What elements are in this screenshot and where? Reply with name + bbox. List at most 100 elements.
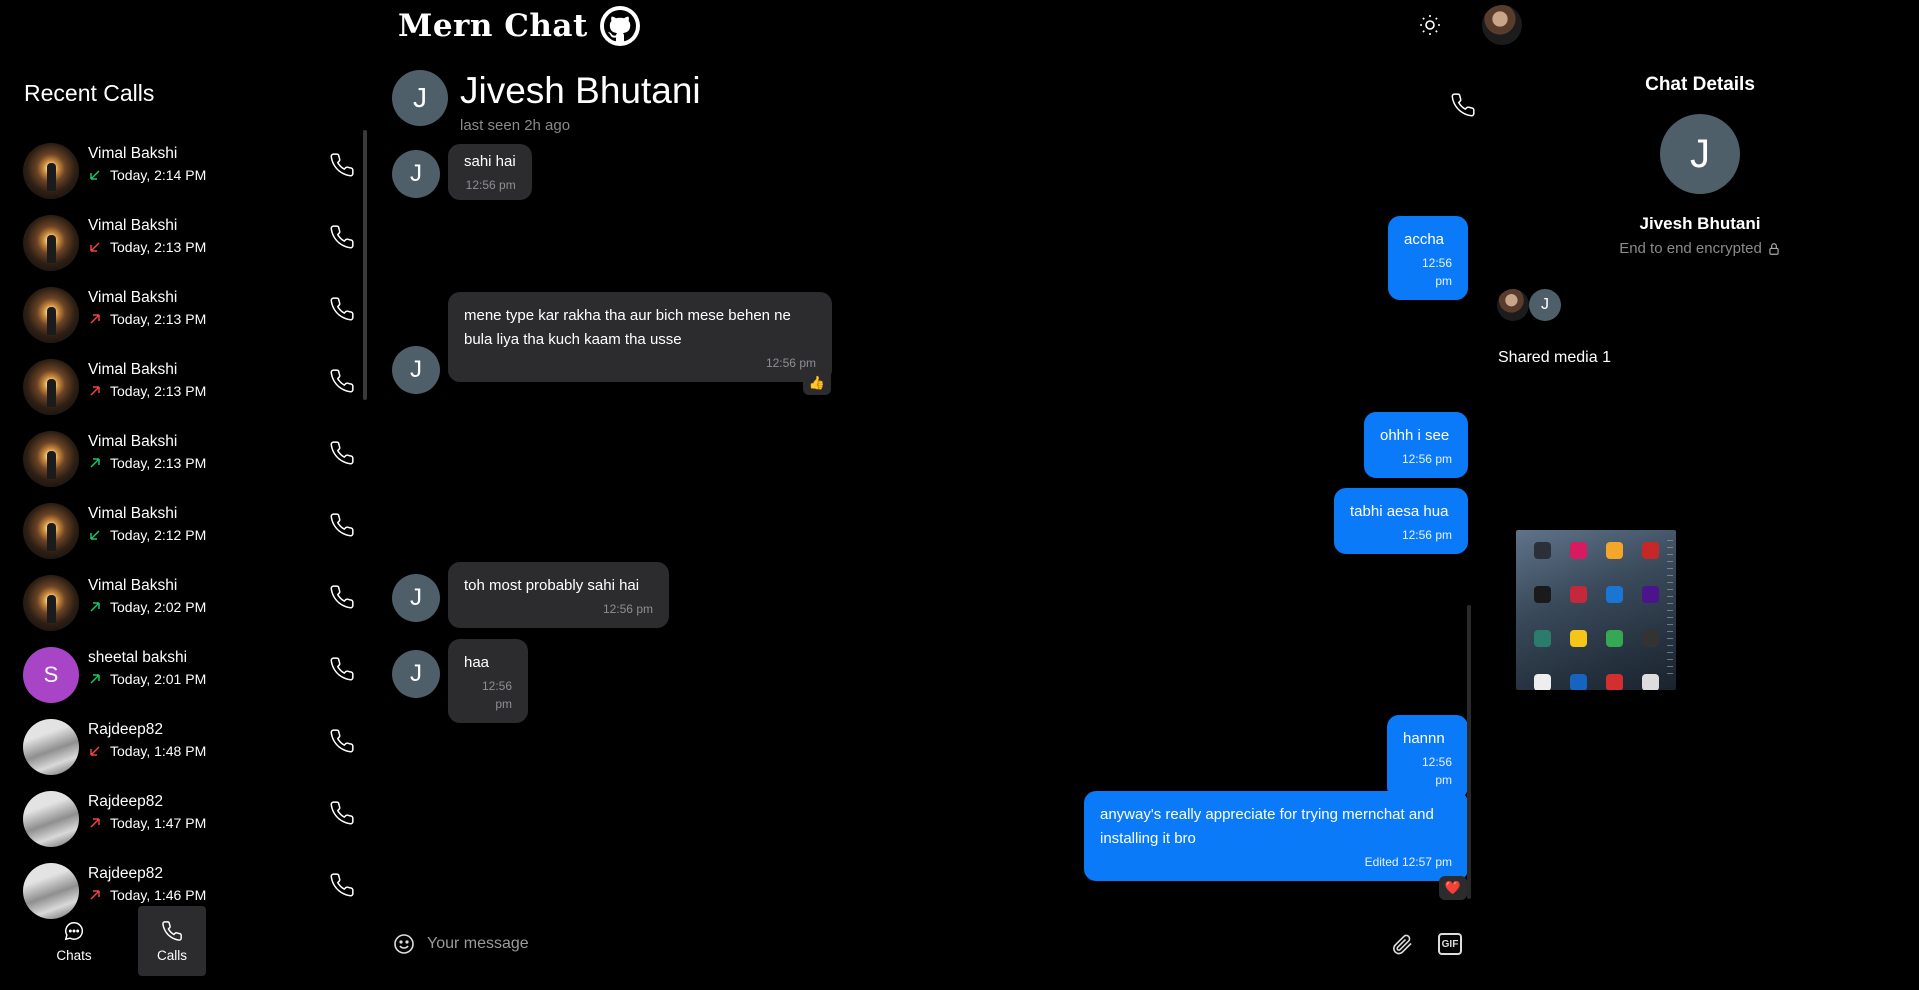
call-meta: Today, 2:13 PM [88,239,206,255]
outgoing-call-icon [90,314,100,324]
message-bubble[interactable]: tabhi aesa hua 12:56 pm [1334,488,1468,554]
call-list-item[interactable]: Vimal Bakshi Today, 2:13 PM [0,346,360,418]
app-icon [1534,586,1551,603]
caller-name: sheetal bakshi [88,649,188,666]
call-meta: Today, 2:13 PM [88,311,206,327]
call-button[interactable] [1450,92,1476,118]
user-avatar[interactable] [1482,5,1522,45]
contact-name: Jivesh Bhutani [460,70,701,111]
chat-bubble-icon [64,921,84,940]
call-list-item[interactable]: Vimal Bakshi Today, 2:13 PM [0,274,360,346]
caller-avatar [23,431,79,487]
calls-scrollbar[interactable] [363,130,367,400]
message-time: 12:56 pm [1401,452,1452,466]
paperclip-icon[interactable] [1390,932,1414,956]
message-bubble[interactable]: haa 12:56 pm [448,639,528,723]
message-bubble[interactable]: hannn 12:56 pm [1387,715,1468,799]
call-back-icon[interactable] [329,224,355,250]
details-title: Chat Details [1645,74,1755,95]
caller-name: Vimal Bakshi [88,289,178,306]
call-back-icon[interactable] [329,440,355,466]
caller-avatar: S [23,647,79,703]
call-meta: Today, 1:47 PM [88,815,206,831]
reaction-heart[interactable]: ❤️ [1439,876,1467,900]
calls-list[interactable]: Vimal Bakshi Today, 2:14 PM Vimal Bakshi To… [0,130,360,955]
message-text: tabhi aesa hua [1350,503,1449,520]
gif-button[interactable]: GIF [1438,933,1462,955]
app-icon [1606,586,1623,603]
message-bubble[interactable]: ohhh i see 12:56 pm [1364,412,1468,478]
recent-calls-panel: Recent Calls Vimal Bakshi Today, 2:14 PM V… [0,60,370,990]
call-list-item[interactable]: Rajdeep82 Today, 1:48 PM [0,706,360,778]
github-icon[interactable] [599,6,640,46]
call-back-icon[interactable] [329,512,355,538]
call-time: Today, 2:13 PM [110,239,207,255]
call-list-item[interactable]: Vimal Bakshi Today, 2:13 PM [0,418,360,490]
member-avatar[interactable]: J [1529,289,1561,321]
message-bubble[interactable]: mene type kar rakha tha aur bich mese be… [448,292,832,382]
contact-avatar[interactable]: J [392,70,448,126]
message-time-value: 12:57 pm [1401,855,1452,869]
caller-avatar [23,215,79,271]
call-back-icon[interactable] [329,656,355,682]
caller-name: Vimal Bakshi [88,145,178,162]
caller-avatar [23,359,79,415]
nav-calls[interactable]: Calls [138,906,206,976]
outgoing-call-icon [90,458,100,468]
details-name: Jivesh Bhutani [1639,214,1761,233]
call-time: Today, 2:13 PM [110,383,207,399]
caller-name: Rajdeep82 [88,793,163,810]
lock-icon [1769,242,1779,255]
message-text: sahi hai [464,153,516,170]
member-avatar[interactable] [1497,289,1529,321]
call-list-item[interactable]: Rajdeep82 Today, 1:47 PM [0,778,360,850]
sun-icon[interactable] [1418,13,1442,37]
message-text: ohhh i see [1380,427,1450,444]
call-back-icon[interactable] [329,296,355,322]
message-time: 12:56 pm [481,679,512,711]
message-time: 12:56 pm [765,356,816,370]
emoji-icon[interactable] [392,932,416,956]
encryption-status: End to end encrypted [1498,240,1902,257]
call-back-icon[interactable] [329,728,355,754]
call-meta: Today, 2:14 PM [88,167,206,183]
caller-name: Vimal Bakshi [88,361,178,378]
call-list-item[interactable]: Vimal Bakshi Today, 2:02 PM [0,562,360,634]
call-back-icon[interactable] [329,584,355,610]
message-bubble[interactable]: anyway's really appreciate for trying me… [1084,791,1468,881]
call-back-icon[interactable] [329,800,355,826]
message-time: Edited 12:57 pm [1100,853,1452,871]
caller-name: Vimal Bakshi [88,577,178,594]
call-back-icon[interactable] [329,872,355,898]
call-time: Today, 2:14 PM [110,167,207,183]
message-text: anyway's really appreciate for trying me… [1100,806,1434,847]
message-time: 12:56 pm [602,602,653,616]
app-icon [1606,630,1623,647]
caller-avatar [23,143,79,199]
call-time: Today, 2:13 PM [110,455,207,471]
message-input[interactable] [427,932,1357,956]
call-back-icon[interactable] [329,368,355,394]
message-bubble[interactable]: toh most probably sahi hai 12:56 pm [448,562,669,628]
call-list-item[interactable]: Ssheetal bakshi Today, 2:01 PM [0,634,360,706]
call-time: Today, 1:47 PM [110,815,207,831]
caller-avatar [23,287,79,343]
message-bubble[interactable]: accha 12:56 pm [1388,216,1468,300]
call-list-item[interactable]: Vimal Bakshi Today, 2:12 PM [0,490,360,562]
message-time: 12:56 pm [1421,256,1452,288]
messages-scrollbar[interactable] [1467,605,1471,899]
call-time: Today, 1:46 PM [110,887,207,903]
call-list-item[interactable]: Vimal Bakshi Today, 2:13 PM [0,202,360,274]
caller-avatar [23,503,79,559]
outgoing-call-icon [90,674,100,684]
reaction-thumbs-up[interactable]: 👍 [803,371,831,395]
shared-media-thumbnail[interactable] [1516,530,1676,690]
message-bubble[interactable]: sahi hai 12:56 pm [448,144,532,200]
caller-name: Rajdeep82 [88,865,163,882]
message-avatar: J [392,346,440,394]
outgoing-call-icon [90,386,100,396]
nav-chats[interactable]: Chats [40,906,108,976]
message-text: toh most probably sahi hai [464,577,640,594]
call-list-item[interactable]: Vimal Bakshi Today, 2:14 PM [0,130,360,202]
call-back-icon[interactable] [329,152,355,178]
